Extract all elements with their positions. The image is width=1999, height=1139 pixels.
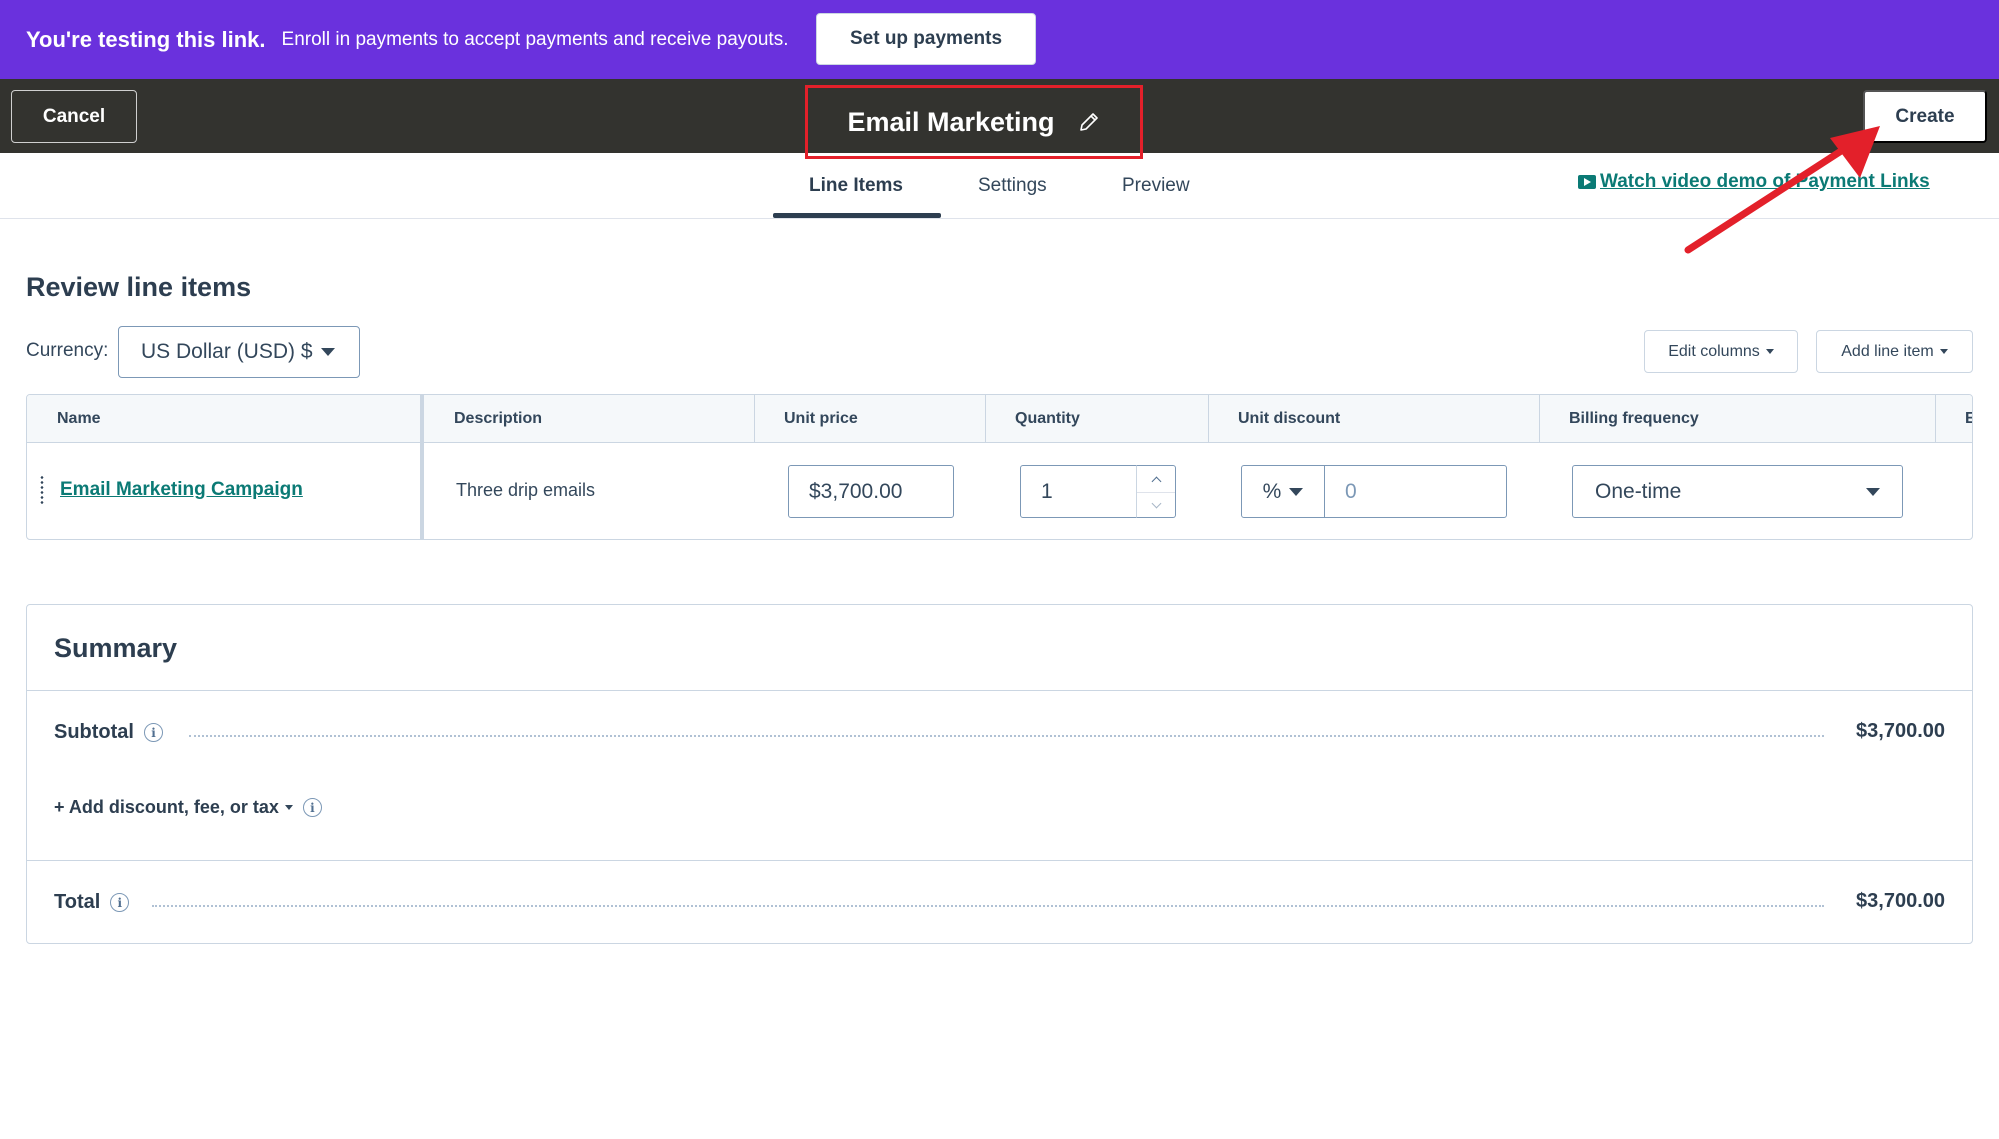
caret-down-icon <box>1866 488 1880 496</box>
add-discount-fee-tax-button[interactable]: + Add discount, fee, or tax i <box>54 797 322 818</box>
column-divider <box>985 395 986 443</box>
header-description: Description <box>454 410 543 427</box>
discount-type-value: % <box>1262 479 1282 503</box>
unit-price-input[interactable]: $3,700.00 <box>788 465 954 518</box>
test-mode-banner: You're testing this link. Enroll in paym… <box>0 0 1999 79</box>
caret-down-icon <box>1765 349 1774 354</box>
decrement-button[interactable] <box>1137 492 1175 518</box>
dotted-leader <box>152 905 1824 907</box>
line-item-description: Three drip emails <box>456 480 596 500</box>
caret-down-icon <box>1289 487 1304 496</box>
chevron-down-icon <box>1151 498 1161 509</box>
billing-frequency-select[interactable]: One-time <box>1572 465 1903 518</box>
column-divider <box>1539 395 1540 443</box>
active-tab-indicator <box>773 213 941 218</box>
column-divider <box>754 395 755 443</box>
currency-label: Currency: <box>26 340 109 361</box>
total-label: Total <box>54 891 101 913</box>
info-icon[interactable]: i <box>144 723 163 742</box>
quantity-stepper[interactable] <box>1136 465 1176 518</box>
watch-video-demo-label: Watch video demo of Payment Links <box>1600 171 1930 192</box>
video-icon <box>1578 175 1596 189</box>
add-discount-fee-tax-label: + Add discount, fee, or tax <box>54 797 279 817</box>
info-icon[interactable]: i <box>302 798 322 817</box>
summary-card: Summary Subtotal i $3,700.00 + Add disco… <box>26 604 1973 944</box>
banner-text: Enroll in payments to accept payments an… <box>281 28 789 50</box>
add-line-item-button[interactable]: Add line item <box>1816 330 1973 373</box>
add-line-item-label: Add line item <box>1841 342 1934 360</box>
divider <box>27 690 1972 691</box>
pencil-icon[interactable] <box>1077 110 1101 134</box>
quantity-input[interactable]: 1 <box>1020 465 1137 518</box>
header-quantity: Quantity <box>1015 410 1080 427</box>
currency-value: US Dollar (USD) $ <box>141 340 313 363</box>
drag-handle-icon[interactable] <box>39 475 45 505</box>
line-item-name-link[interactable]: Email Marketing Campaign <box>60 479 303 501</box>
increment-button[interactable] <box>1137 466 1175 492</box>
discount-value-input[interactable]: 0 <box>1324 465 1507 518</box>
edit-columns-button[interactable]: Edit columns <box>1644 330 1798 373</box>
link-title-highlight: Email Marketing <box>805 85 1143 159</box>
set-up-payments-button[interactable]: Set up payments <box>816 13 1036 65</box>
header-name: Name <box>57 410 101 427</box>
total-value: $3,700.00 <box>1856 890 1945 912</box>
watch-video-demo-link[interactable]: Watch video demo of Payment Links <box>1578 171 1930 193</box>
editor-topbar: Cancel Email Marketing Create <box>0 79 1999 159</box>
subtotal-label: Subtotal <box>54 721 134 743</box>
discount-type-select[interactable]: % <box>1241 465 1325 518</box>
total-row-label: Total i <box>54 891 130 914</box>
header-unit-discount: Unit discount <box>1238 410 1341 427</box>
table-header: Name Description Unit price Quantity Uni… <box>27 395 1972 443</box>
subtotal-value: $3,700.00 <box>1856 720 1945 742</box>
divider <box>27 860 1972 861</box>
line-items-table: Name Description Unit price Quantity Uni… <box>26 394 1973 540</box>
frozen-column-divider <box>420 395 424 539</box>
review-line-items-heading: Review line items <box>26 272 252 302</box>
tab-preview[interactable]: Preview <box>1122 175 1190 197</box>
header-unit-price: Unit price <box>784 410 858 427</box>
edit-columns-label: Edit columns <box>1668 342 1760 360</box>
tab-settings[interactable]: Settings <box>978 175 1047 197</box>
cancel-button[interactable]: Cancel <box>11 90 137 143</box>
caret-down-icon <box>320 348 335 356</box>
create-button[interactable]: Create <box>1863 90 1987 143</box>
header-billing-frequency: Billing frequency <box>1569 410 1699 427</box>
header-truncated: E <box>1965 410 1972 428</box>
billing-frequency-value: One-time <box>1595 479 1682 503</box>
info-icon[interactable]: i <box>110 893 130 912</box>
subtotal-row-label: Subtotal i <box>54 721 163 744</box>
summary-heading: Summary <box>54 633 178 663</box>
currency-select[interactable]: US Dollar (USD) $ <box>118 326 360 378</box>
dotted-leader <box>189 735 1824 737</box>
tab-bar: Line Items Settings Preview Watch video … <box>0 153 1999 219</box>
caret-down-icon <box>284 805 293 810</box>
link-title[interactable]: Email Marketing <box>847 107 1054 138</box>
banner-title: You're testing this link. <box>26 26 266 52</box>
caret-down-icon <box>1939 349 1948 354</box>
chevron-up-icon <box>1151 476 1161 486</box>
column-divider <box>1935 395 1936 443</box>
tab-line-items[interactable]: Line Items <box>809 175 903 197</box>
column-divider <box>1208 395 1209 443</box>
